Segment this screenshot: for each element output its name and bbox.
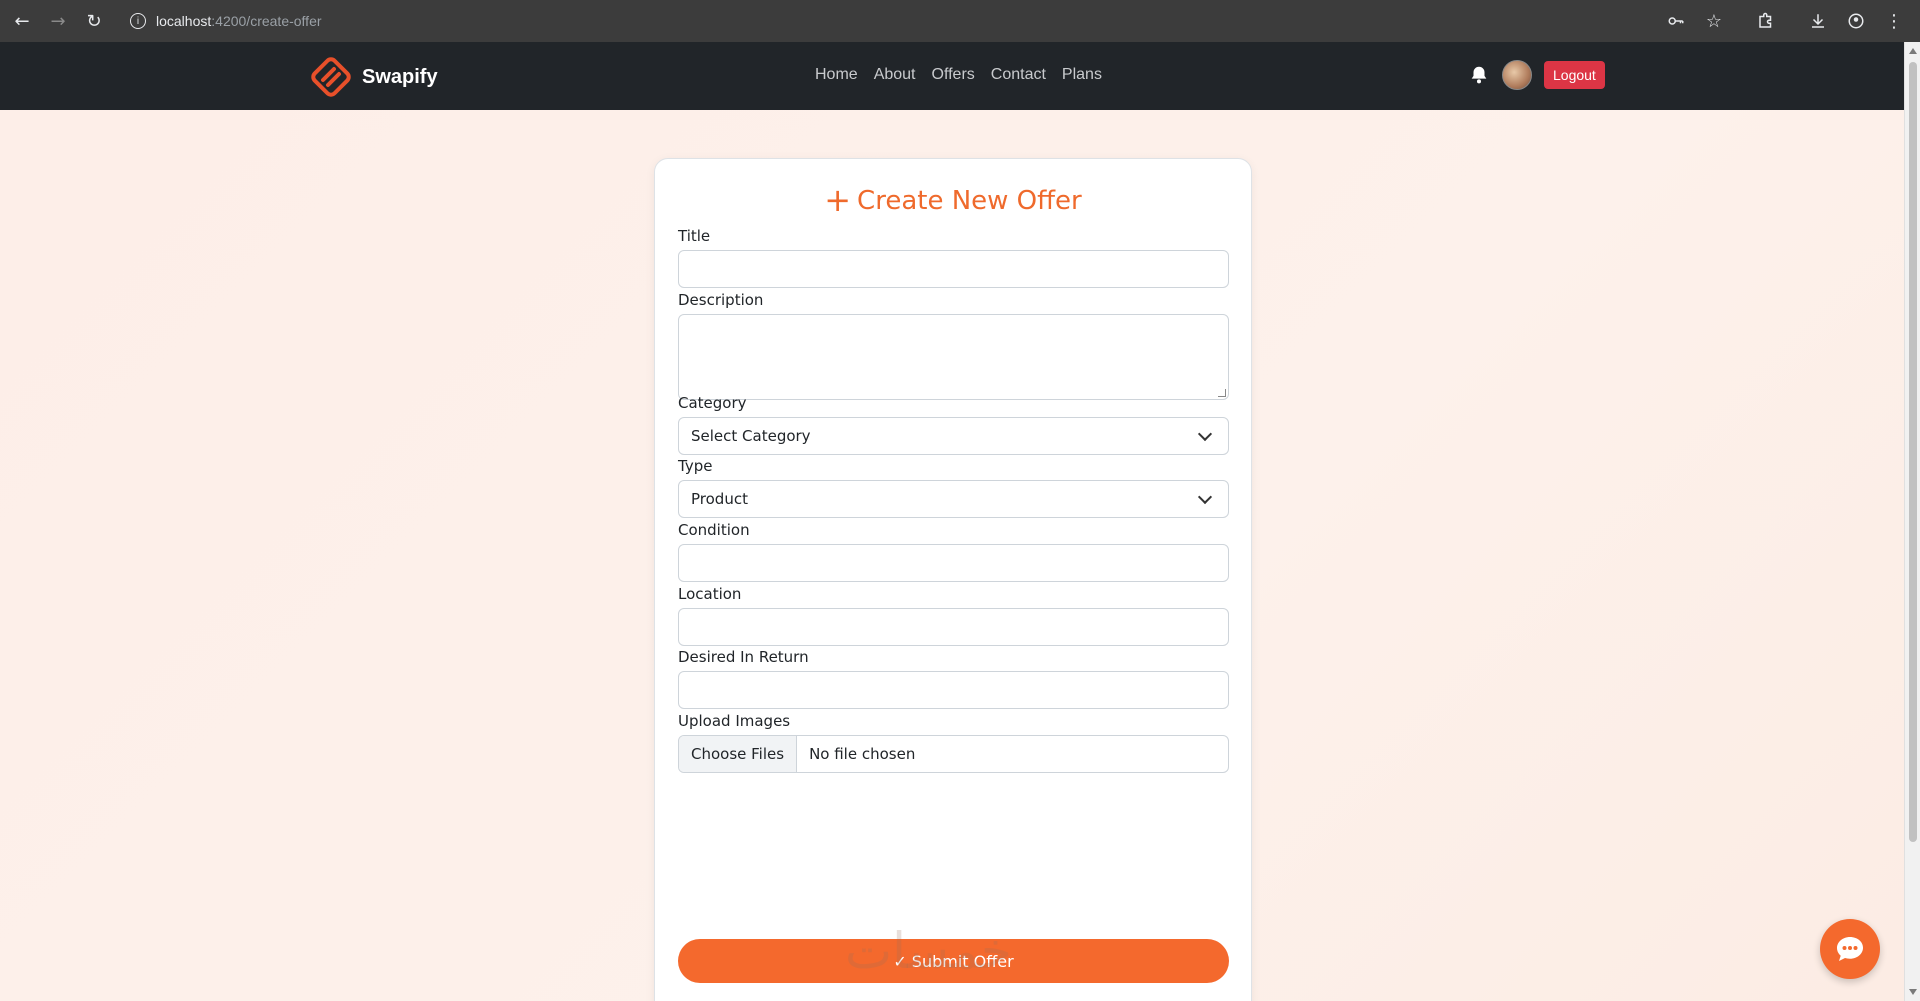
title-input[interactable] [678, 250, 1229, 288]
choose-files-button[interactable]: Choose Files [679, 736, 798, 772]
reload-icon[interactable]: ↻ [76, 3, 112, 39]
file-status: No file chosen [809, 745, 916, 763]
nav-offers[interactable]: Offers [932, 66, 975, 84]
category-label: Category [678, 394, 747, 412]
description-label: Description [678, 291, 764, 309]
type-value: Product [691, 490, 748, 508]
description-textarea[interactable] [678, 314, 1229, 400]
scroll-up-icon[interactable] [1909, 48, 1917, 54]
page-scrollbar[interactable] [1904, 42, 1920, 1001]
desired-label: Desired In Return [678, 648, 809, 666]
swapify-logo-icon [311, 57, 351, 97]
title-label: Title [678, 227, 711, 245]
brand-name: Swapify [362, 65, 438, 88]
site-info-icon[interactable]: i [130, 13, 146, 29]
url-host: localhost [156, 13, 212, 29]
plus-icon: + [824, 181, 852, 219]
profile-icon[interactable] [1838, 3, 1874, 39]
type-label: Type [678, 457, 713, 475]
download-icon[interactable] [1800, 3, 1836, 39]
title-field-group: Title [678, 227, 1229, 288]
location-input[interactable] [678, 608, 1229, 646]
bookmark-star-icon[interactable]: ☆ [1696, 3, 1732, 39]
upload-label: Upload Images [678, 712, 791, 730]
category-field-group: Category Select Category [678, 394, 1229, 455]
nav-plans[interactable]: Plans [1062, 66, 1102, 84]
location-field-group: Location [678, 585, 1229, 646]
extensions-icon[interactable] [1748, 3, 1784, 39]
nav-home[interactable]: Home [815, 66, 858, 84]
url-path: :4200/create-offer [211, 13, 322, 29]
nav-contact[interactable]: Contact [991, 66, 1046, 84]
back-icon[interactable]: ← [4, 3, 40, 39]
desired-field-group: Desired In Return [678, 648, 1229, 709]
password-key-icon[interactable] [1658, 3, 1694, 39]
scrollbar-thumb[interactable] [1909, 62, 1917, 842]
nav-about[interactable]: About [874, 66, 916, 84]
form-title: Create New Offer [857, 186, 1082, 216]
form-heading: + Create New Offer [655, 181, 1251, 219]
scroll-down-icon[interactable] [1909, 989, 1917, 995]
bell-icon[interactable] [1468, 64, 1490, 86]
main-content: + Create New Offer Title Description Cate… [0, 110, 1904, 1001]
forward-icon[interactable]: → [40, 3, 76, 39]
description-field-group: Description [678, 291, 1229, 400]
chat-button[interactable] [1820, 919, 1880, 979]
avatar[interactable] [1502, 60, 1532, 90]
watermark: خمسات [845, 922, 1012, 980]
upload-field-group: Upload Images Choose Files No file chose… [678, 712, 1229, 773]
chat-bubble-icon [1837, 937, 1863, 961]
logout-button[interactable]: Logout [1544, 61, 1605, 89]
file-input[interactable]: Choose Files No file chosen [678, 735, 1229, 773]
category-select[interactable]: Select Category [678, 417, 1229, 455]
condition-field-group: Condition [678, 521, 1229, 582]
browser-toolbar: ← → ↻ i localhost:4200/create-offer ☆ ⋮ [0, 0, 1920, 42]
type-field-group: Type Product [678, 457, 1229, 518]
address-bar[interactable]: i localhost:4200/create-offer [122, 6, 1682, 36]
desired-input[interactable] [678, 671, 1229, 709]
location-label: Location [678, 585, 742, 603]
nav-links: Home About Offers Contact Plans [815, 66, 1102, 84]
condition-input[interactable] [678, 544, 1229, 582]
chevron-down-icon [1197, 489, 1213, 505]
chevron-down-icon [1197, 426, 1213, 442]
category-value: Select Category [691, 427, 811, 445]
site-navbar: Swapify Home About Offers Contact Plans … [0, 42, 1920, 110]
create-offer-card: + Create New Offer Title Description Cate… [654, 158, 1252, 1001]
type-select[interactable]: Product [678, 480, 1229, 518]
menu-icon[interactable]: ⋮ [1876, 3, 1912, 39]
condition-label: Condition [678, 521, 750, 539]
brand[interactable]: Swapify [310, 56, 438, 98]
